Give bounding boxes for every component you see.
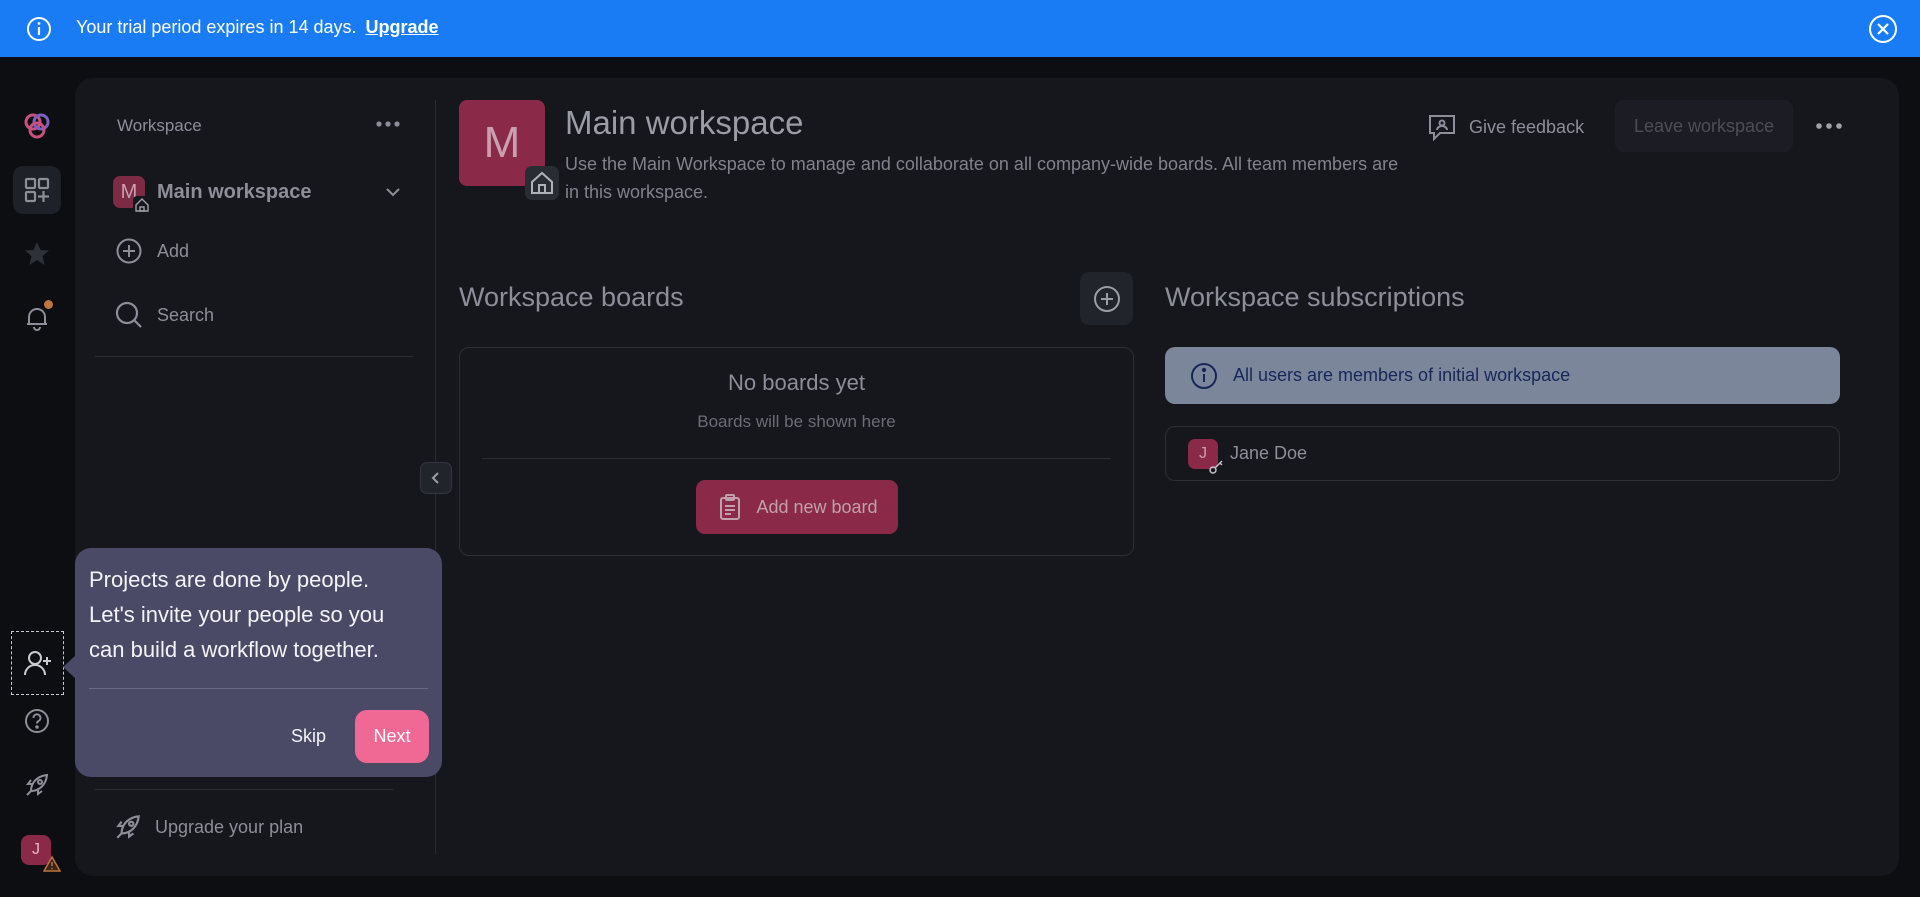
banner-message: Your trial period expires in 14 days. Up… — [76, 17, 439, 38]
add-button[interactable]: Add — [115, 235, 189, 267]
boards-empty-card: No boards yet Boards will be shown here … — [459, 347, 1134, 556]
page-title: Main workspace — [565, 104, 804, 141]
user-initial: J — [32, 841, 40, 858]
subscriptions-title: Workspace subscriptions — [1165, 282, 1465, 312]
trial-banner: Your trial period expires in 14 days. Up… — [0, 0, 1920, 57]
card-divider — [482, 458, 1111, 459]
leave-workspace-button[interactable]: Leave workspace — [1615, 100, 1793, 152]
help-icon[interactable] — [13, 697, 61, 745]
notifications-bell-icon[interactable] — [13, 294, 61, 342]
add-new-board-label: Add new board — [756, 496, 878, 517]
home-icon — [525, 166, 559, 200]
invite-user-icon[interactable] — [11, 631, 64, 695]
key-icon — [1209, 459, 1223, 474]
notification-dot — [44, 300, 53, 309]
favorites-star-icon[interactable] — [13, 230, 61, 278]
banner-text: Your trial period expires in 14 days. — [76, 17, 357, 37]
search-icon — [115, 301, 142, 328]
add-label: Add — [157, 240, 190, 261]
upgrade-link[interactable]: Upgrade — [366, 17, 439, 37]
info-icon — [27, 17, 51, 41]
subscriptions-info-text: All users are members of initial workspa… — [1233, 365, 1571, 385]
close-icon[interactable] — [1868, 14, 1898, 44]
more-options-icon[interactable] — [1812, 114, 1846, 138]
info-icon — [1191, 362, 1217, 389]
sidebar-divider — [95, 356, 413, 357]
feedback-icon — [1429, 115, 1455, 142]
add-new-board-button[interactable]: Add new board — [696, 480, 898, 534]
tooltip-divider — [89, 688, 428, 689]
add-board-icon[interactable] — [1080, 272, 1133, 325]
next-button[interactable]: Next — [355, 710, 429, 763]
workspaces-icon[interactable] — [13, 166, 61, 214]
user-avatar[interactable]: J — [21, 835, 61, 872]
sidebar-divider-bottom — [95, 789, 393, 790]
chevron-left-icon — [431, 472, 439, 484]
more-options-icon[interactable] — [373, 112, 403, 136]
skip-button[interactable]: Skip — [291, 726, 326, 747]
upgrade-plan-label: Upgrade your plan — [155, 816, 304, 837]
workspace-avatar-large: M — [459, 100, 559, 200]
plus-circle-icon — [116, 238, 142, 264]
collapse-sidebar-button[interactable] — [420, 462, 452, 494]
workspace-initial-large: M — [483, 118, 521, 167]
member-row[interactable]: J Jane Doe — [1165, 426, 1840, 481]
search-button[interactable]: Search — [115, 299, 214, 331]
logo-icon[interactable] — [13, 102, 61, 150]
chevron-down-icon — [386, 188, 400, 197]
warning-icon — [43, 855, 61, 872]
clipboard-icon — [720, 494, 741, 520]
upgrade-plan-button[interactable]: Upgrade your plan — [113, 812, 303, 842]
tooltip-text: Projects are done by people. Let's invit… — [89, 567, 385, 662]
boards-title: Workspace boards — [459, 282, 684, 312]
no-boards-title: No boards yet — [728, 370, 865, 395]
workspace-avatar: M — [113, 176, 151, 214]
rocket-icon[interactable] — [13, 761, 61, 809]
member-avatar: J — [1188, 438, 1223, 474]
workspace-selector[interactable]: M Main workspace — [113, 172, 403, 214]
give-feedback-button[interactable]: Give feedback — [1427, 112, 1584, 142]
workspace-name: Main workspace — [157, 180, 312, 203]
no-boards-subtitle: Boards will be shown here — [697, 412, 896, 431]
rocket-icon — [116, 815, 140, 839]
subscriptions-info: All users are members of initial workspa… — [1165, 347, 1840, 404]
onboarding-tooltip: Projects are done by people. Let's invit… — [63, 548, 442, 777]
member-initial: J — [1199, 444, 1207, 462]
page-description: Use the Main Workspace to manage and col… — [565, 154, 1399, 202]
search-label: Search — [157, 304, 215, 325]
member-name: Jane Doe — [1230, 443, 1308, 463]
home-icon — [133, 196, 151, 214]
feedback-label: Give feedback — [1469, 116, 1585, 137]
sidebar-title: Workspace — [117, 116, 202, 135]
